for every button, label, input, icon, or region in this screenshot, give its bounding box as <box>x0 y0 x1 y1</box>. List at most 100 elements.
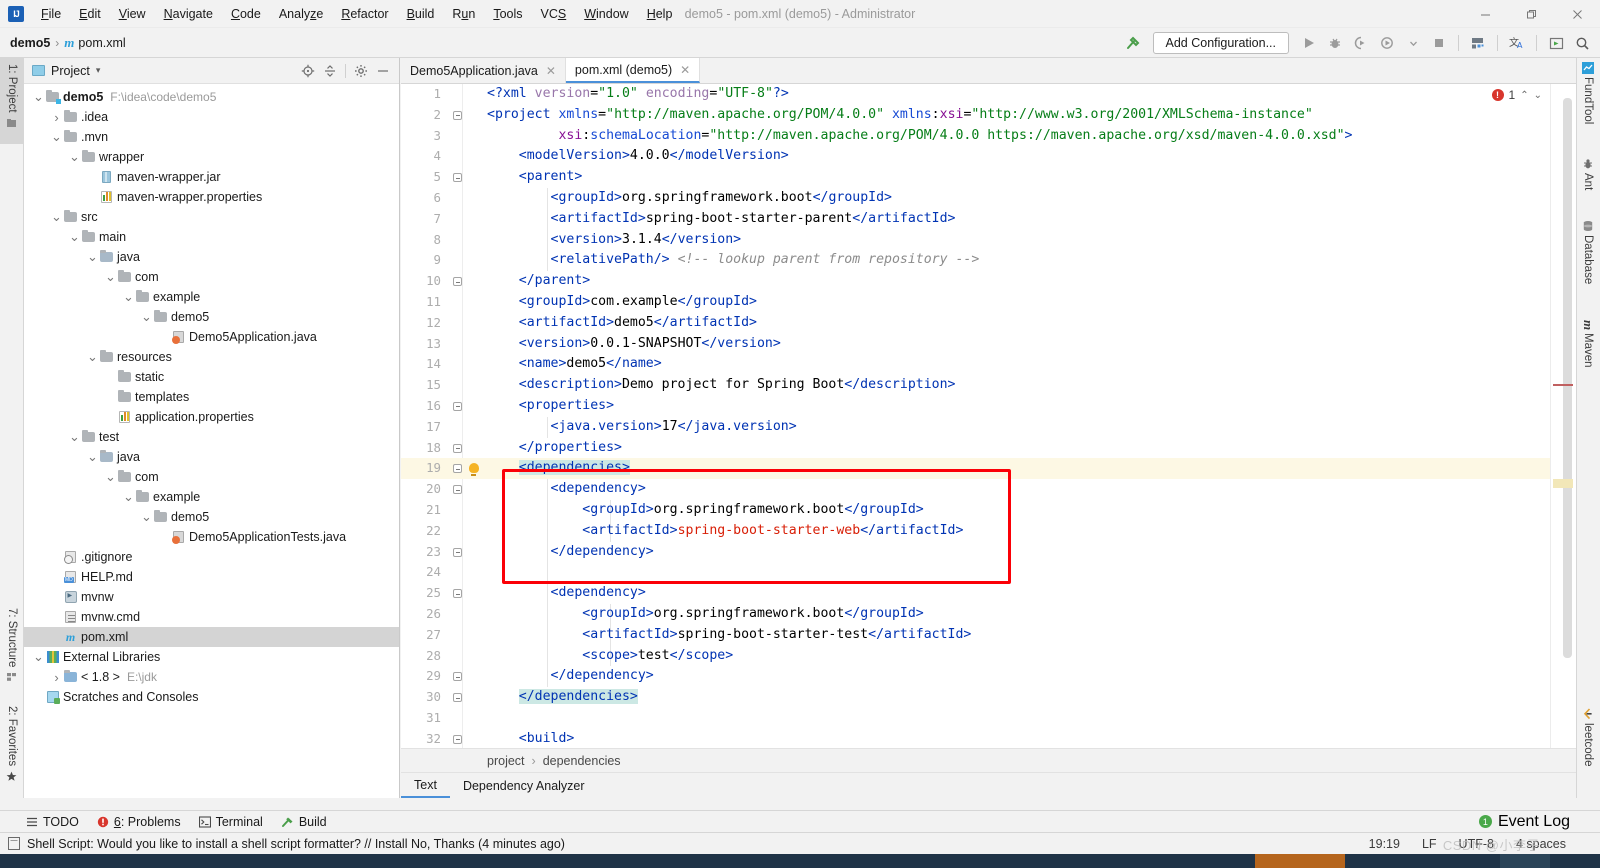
tree-item-mvnw-cmd[interactable]: mvnw.cmd <box>24 607 399 627</box>
chevron-down-icon[interactable]: ⌄ <box>86 350 99 363</box>
tree-item-gitignore[interactable]: .gitignore <box>24 547 399 567</box>
fold-toggle-icon[interactable] <box>452 692 463 703</box>
translate-icon[interactable]: 文A <box>1505 31 1529 55</box>
menu-vcs[interactable]: VCS <box>532 2 576 26</box>
menu-help[interactable]: Help <box>638 2 682 26</box>
tab-text[interactable]: Text <box>401 773 450 798</box>
tree-item-pom-xml[interactable]: m pom.xml <box>24 627 399 647</box>
code-line[interactable]: 18 </properties> <box>401 438 1576 459</box>
chevron-right-icon[interactable]: › <box>50 110 63 125</box>
tree-item-com[interactable]: ⌄ com <box>24 467 399 487</box>
chevron-down-icon[interactable]: ⌄ <box>68 230 81 243</box>
fold-toggle-icon[interactable] <box>452 484 463 495</box>
sidebar-item-database[interactable]: Database <box>1576 220 1600 306</box>
chevron-down-icon[interactable]: ⌄ <box>104 470 117 483</box>
tree-item-1-8[interactable]: › < 1.8 > E:\jdk <box>24 667 399 687</box>
code-line[interactable]: 13 <version>0.0.1-SNAPSHOT</version> <box>401 334 1576 355</box>
chevron-down-icon[interactable]: ⌄ <box>86 450 99 463</box>
indent-indicator[interactable]: 4 spaces <box>1516 837 1566 851</box>
fold-toggle-icon[interactable] <box>452 443 463 454</box>
breadcrumb-item-project[interactable]: project <box>487 754 525 768</box>
tree-item-external-libraries[interactable]: ⌄ External Libraries <box>24 647 399 667</box>
menu-build[interactable]: Build <box>398 2 444 26</box>
tree-item-demo5[interactable]: ⌄ demo5 <box>24 507 399 527</box>
tree-item-java[interactable]: ⌄ java <box>24 447 399 467</box>
sidebar-item-leetcode[interactable]: leetcode <box>1576 708 1600 792</box>
tree-item-static[interactable]: static <box>24 367 399 387</box>
chevron-down-icon[interactable]: ⌄ <box>50 130 63 143</box>
chevron-down-icon[interactable]: ⌄ <box>68 150 81 163</box>
sidebar-item-fundtool[interactable]: FundTool <box>1576 62 1600 140</box>
code-editor[interactable]: 1 <?xml version="1.0" encoding="UTF-8"?> 2… <box>401 84 1576 748</box>
editor-tab-demo5application[interactable]: Demo5Application.java ✕ <box>401 58 566 83</box>
code-lines[interactable]: 1 <?xml version="1.0" encoding="UTF-8"?> 2… <box>401 84 1576 748</box>
code-line[interactable]: 12 <artifactId>demo5</artifactId> <box>401 313 1576 334</box>
fold-toggle-icon[interactable] <box>452 463 463 474</box>
collapse-all-icon[interactable] <box>320 61 340 81</box>
menu-navigate[interactable]: Navigate <box>155 2 222 26</box>
tree-item-wrapper[interactable]: ⌄ wrapper <box>24 147 399 167</box>
fold-toggle-icon[interactable] <box>452 547 463 558</box>
tree-item-mvnw[interactable]: mvnw <box>24 587 399 607</box>
code-line[interactable]: 31 <box>401 708 1576 729</box>
sidebar-item-structure[interactable]: 7: Structure <box>0 602 24 698</box>
code-line[interactable]: 29 </dependency> <box>401 666 1576 688</box>
menu-edit[interactable]: Edit <box>70 2 110 26</box>
code-line[interactable]: 1 <?xml version="1.0" encoding="UTF-8"?> <box>401 84 1576 105</box>
menu-window[interactable]: Window <box>575 2 637 26</box>
tree-item-demo5application-java[interactable]: Demo5Application.java <box>24 327 399 347</box>
bottom-item-build[interactable]: Build <box>281 815 327 829</box>
tree-item-test[interactable]: ⌄ test <box>24 427 399 447</box>
code-line[interactable]: 21 <groupId>org.springframework.boot</gr… <box>401 499 1576 521</box>
code-line[interactable]: 11 <groupId>com.example</groupId> <box>401 292 1576 313</box>
tree-item-example[interactable]: ⌄ example <box>24 487 399 507</box>
code-line[interactable]: 26 <groupId>org.springframework.boot</gr… <box>401 603 1576 625</box>
chevron-down-icon[interactable]: ⌄ <box>104 270 117 283</box>
close-icon[interactable]: ✕ <box>680 63 690 77</box>
code-line[interactable]: 8 <version>3.1.4</version> <box>401 229 1576 251</box>
intention-bulb-icon[interactable] <box>468 462 479 476</box>
chevron-down-icon[interactable]: ⌄ <box>122 490 135 503</box>
tree-item-src[interactable]: ⌄ src <box>24 207 399 227</box>
code-line[interactable]: 16 <properties> <box>401 396 1576 417</box>
sidebar-item-maven[interactable]: m Maven <box>1576 320 1600 392</box>
locate-icon[interactable] <box>298 61 318 81</box>
encoding-indicator[interactable]: UTF-8 <box>1459 837 1494 851</box>
fold-toggle-icon[interactable] <box>452 734 463 745</box>
menu-analyze[interactable]: Analyze <box>270 2 332 26</box>
hide-icon[interactable] <box>373 61 393 81</box>
profile-icon[interactable] <box>1375 31 1399 55</box>
tree-item-main[interactable]: ⌄ main <box>24 227 399 247</box>
debug-icon[interactable] <box>1323 31 1347 55</box>
code-line[interactable]: 24 <box>401 562 1576 584</box>
code-line[interactable]: 20 <dependency> <box>401 479 1576 500</box>
chevron-down-icon[interactable]: ⌄ <box>50 210 63 223</box>
bottom-item-problems[interactable]: 6: Problems <box>97 815 181 829</box>
sidebar-item-favorites[interactable]: 2: Favorites <box>0 700 24 792</box>
code-line[interactable]: 2 <project xmlns="http://maven.apache.org… <box>401 105 1576 126</box>
sidebar-item-ant[interactable]: Ant <box>1576 158 1600 204</box>
breadcrumb-item-dependencies[interactable]: dependencies <box>543 754 621 768</box>
code-line[interactable]: 22 <artifactId>spring-boot-starter-web</… <box>401 520 1576 542</box>
inspection-widget[interactable]: ! 1 ⌃ ⌄ <box>1491 88 1542 102</box>
tree-item-application-properties[interactable]: application.properties <box>24 407 399 427</box>
run-icon[interactable] <box>1297 31 1321 55</box>
menu-code[interactable]: Code <box>222 2 270 26</box>
chevron-down-icon[interactable]: ⌄ <box>68 430 81 443</box>
chevron-down-icon[interactable]: ⌄ <box>140 310 153 323</box>
menu-run[interactable]: Run <box>443 2 484 26</box>
code-line[interactable]: 28 <scope>test</scope> <box>401 645 1576 667</box>
close-button[interactable] <box>1554 0 1600 28</box>
run-coverage-icon[interactable] <box>1349 31 1373 55</box>
tree-item-maven-wrapper-properties[interactable]: maven-wrapper.properties <box>24 187 399 207</box>
tree-item-templates[interactable]: templates <box>24 387 399 407</box>
error-stripe-marker[interactable] <box>1553 384 1573 386</box>
breadcrumb-file[interactable]: pom.xml <box>78 36 125 50</box>
tree-item-scratches-and-consoles[interactable]: Scratches and Consoles <box>24 687 399 707</box>
code-line[interactable]: 17 <java.version>17</java.version> <box>401 416 1576 438</box>
tree-item-com[interactable]: ⌄ com <box>24 267 399 287</box>
settings-gear-icon[interactable] <box>351 61 371 81</box>
tree-item-idea[interactable]: › .idea <box>24 107 399 127</box>
code-line[interactable]: 5 <parent> <box>401 167 1576 188</box>
code-line[interactable]: 7 <artifactId>spring-boot-starter-parent… <box>401 208 1576 230</box>
